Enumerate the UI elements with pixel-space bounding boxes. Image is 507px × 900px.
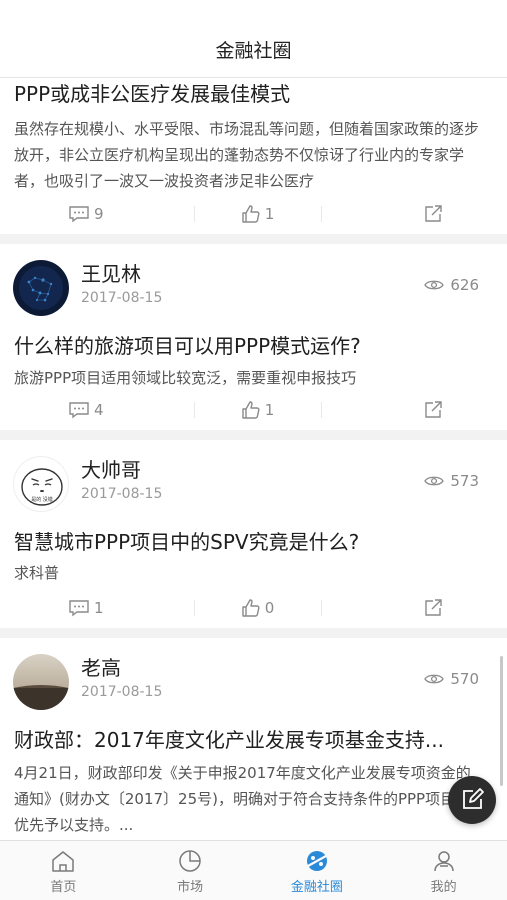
tab-bar: 首页 市场 金融社圈 我的 [0,840,507,900]
share-icon [425,401,442,418]
tab-label: 市场 [177,880,204,895]
eye-icon [424,476,445,486]
share-button[interactable] [320,588,507,628]
thumbs-up-icon [242,401,260,419]
like-button[interactable]: 1 [194,194,320,234]
like-button[interactable]: 1 [194,390,320,430]
like-button[interactable]: 0 [194,588,320,628]
like-count: 1 [264,401,275,419]
like-count: 0 [264,599,275,617]
view-count-value: 570 [450,670,479,688]
post-summary: 4月21日，财政部印发《关于申报2017年度文化产业发展专项资金的通知》(财办文… [14,764,471,834]
tab-label: 我的 [430,880,457,895]
thumbs-up-icon [242,599,260,617]
scrollbar[interactable] [500,656,503,786]
author-row: 老高 2017-08-15 570 [0,638,507,710]
tab-home[interactable]: 首页 [0,841,127,900]
comment-count: 9 [94,205,104,223]
tab-finance-circle[interactable]: 金融社圈 [254,841,381,900]
nav-bar: 金融社圈 [0,0,507,78]
post-actions: 1 0 [0,588,507,628]
comment-count: 4 [94,401,104,419]
post-card[interactable]: 老高 2017-08-15 570 财政部：2017年度文化产业发展专项基金支持… [0,638,507,840]
comment-icon [69,402,89,419]
pie-chart-icon [179,850,201,872]
view-count: 570 [424,670,479,688]
post-feed[interactable]: PPP或成非公医疗发展最佳模式 虽然存在规模小、水平受限、市场混乱等问题，但随着… [0,78,507,840]
user-icon [433,851,454,872]
post-title[interactable]: 什么样的旅游项目可以用PPP模式运作? [14,330,493,359]
thumbs-up-icon [242,205,260,223]
author-name[interactable]: 王见林 [81,258,141,287]
comment-button[interactable]: 4 [0,390,194,430]
finance-circle-icon [306,851,327,871]
tab-profile[interactable]: 我的 [380,841,507,900]
author-row: 是的 没错 大帅哥 2017-08-15 573 [0,440,507,512]
post-summary: 旅游PPP项目适用领域比较宽泛，需要重视申报技巧 [14,369,357,387]
comment-button[interactable]: 1 [0,588,194,628]
view-count-value: 573 [450,472,479,490]
avatar[interactable] [13,654,69,710]
avatar[interactable] [13,260,69,316]
page-title: 金融社圈 [215,40,292,62]
post-date: 2017-08-15 [81,486,163,502]
share-button[interactable] [320,194,507,234]
post-card[interactable]: PPP或成非公医疗发展最佳模式 虽然存在规模小、水平受限、市场混乱等问题，但随着… [0,78,507,234]
tab-market[interactable]: 市场 [127,841,254,900]
post-title[interactable]: 智慧城市PPP项目中的SPV究竟是什么? [14,526,493,555]
comment-icon [69,206,89,223]
like-count: 1 [264,205,275,223]
tab-label: 首页 [50,880,77,895]
post-card[interactable]: 王见林 2017-08-15 626 什么样的旅游项目可以用PPP模式运作? 旅… [0,244,507,430]
author-name[interactable]: 老高 [81,652,121,681]
post-actions: 9 1 [0,194,507,234]
share-button[interactable] [320,390,507,430]
view-count-value: 626 [450,276,479,294]
post-card[interactable]: 是的 没错 大帅哥 2017-08-15 573 智慧城市PPP项目中的SPV究… [0,440,507,628]
comment-button[interactable]: 9 [0,194,194,234]
author-name[interactable]: 大帅哥 [81,454,141,483]
eye-icon [424,674,445,684]
post-title[interactable]: 财政部：2017年度文化产业发展专项基金支持... [14,724,493,753]
post-title[interactable]: PPP或成非公医疗发展最佳模式 [14,78,493,107]
edit-icon [463,788,484,809]
post-summary: 虽然存在规模小、水平受限、市场混乱等问题，但随着国家政策的逐步放开，非公立医疗机… [14,120,480,190]
comment-count: 1 [94,599,104,617]
tab-label: 金融社圈 [290,880,343,895]
avatar[interactable]: 是的 没错 [13,456,69,512]
post-date: 2017-08-15 [81,290,163,306]
author-row: 王见林 2017-08-15 626 [0,244,507,316]
post-date: 2017-08-15 [81,684,163,700]
post-actions: 4 1 [0,390,507,430]
view-count: 573 [424,472,479,490]
home-icon [52,851,75,872]
share-icon [425,205,442,222]
view-count: 626 [424,276,479,294]
comment-icon [69,600,89,617]
share-icon [425,599,442,616]
post-summary: 求科普 [14,564,60,582]
avatar-caption: 是的 没错 [31,496,53,503]
eye-icon [424,280,445,290]
compose-button[interactable] [448,776,496,824]
